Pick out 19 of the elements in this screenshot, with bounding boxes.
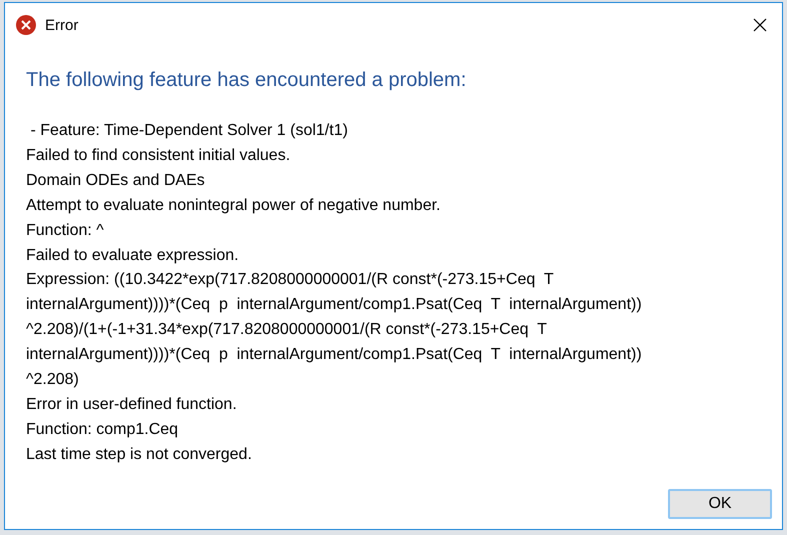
message-line: Function: ^ xyxy=(26,220,105,241)
window-title: Error xyxy=(45,16,78,34)
message-line: Domain ODEs and DAEs xyxy=(26,170,206,191)
message-line: internalArgument))))*(Ceq p internalArgument/comp1.Psat(Ceq T internalArgument)) xyxy=(26,295,643,316)
message-line: ^2.208)/(1+(-1+31.34*exp(717.8208000000001/(R const*(-273.15+Ceq T xyxy=(26,320,548,340)
message-line: Failed to evaluate expression. xyxy=(26,246,240,266)
error-icon xyxy=(16,15,36,35)
message-line: - Feature: Time-Dependent Solver 1 (sol1/t1) xyxy=(29,121,349,141)
message-line: internalArgument))))*(Ceq p internalArgument/comp1.Psat(Ceq T internalArgument)) xyxy=(26,345,643,366)
close-icon xyxy=(753,18,767,32)
error-heading: The following feature has encountered a problem: xyxy=(26,69,468,92)
message-line: ^2.208) xyxy=(26,370,80,390)
message-line: Last time step is not converged. xyxy=(26,444,253,465)
ok-button[interactable]: OK xyxy=(668,489,772,519)
message-line: Expression: ((10.3422*exp(717.8208000000001/(R const*(-273.15+Ceq T xyxy=(26,270,555,290)
message-line: Error in user-defined function. xyxy=(26,394,238,415)
message-line: Attempt to evaluate nonintegral power of negative number. xyxy=(26,196,442,216)
message-line: Failed to find consistent initial values. xyxy=(26,146,292,166)
message-line: Function: comp1.Ceq xyxy=(26,420,180,440)
